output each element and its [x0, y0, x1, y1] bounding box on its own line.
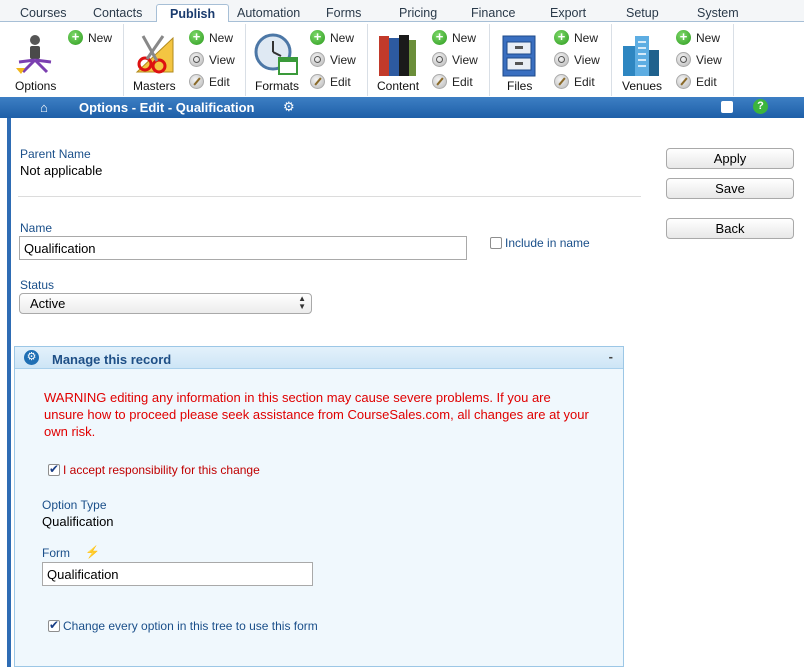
group-files: Files + New View Edit	[491, 24, 612, 96]
group-masters: Masters + New View Edit	[125, 24, 246, 96]
apply-button[interactable]: Apply	[666, 148, 794, 169]
options-label[interactable]: Options	[15, 79, 56, 93]
print-icon[interactable]	[721, 101, 733, 113]
name-input[interactable]	[19, 236, 467, 260]
status-select[interactable]: Active ▲ ▼	[19, 293, 312, 314]
left-accent-bar	[7, 118, 11, 667]
help-icon[interactable]: ?	[753, 99, 768, 114]
status-label: Status	[20, 278, 55, 292]
options-new-button[interactable]: + New	[68, 30, 112, 45]
magnifier-icon	[310, 52, 325, 67]
name-label: Name	[20, 221, 53, 235]
warning-message: WARNING editing any information in this …	[44, 390, 589, 439]
pencil-icon	[189, 74, 204, 89]
include-in-name-checkbox[interactable]: Include in name	[490, 236, 590, 250]
group-options: Options + New	[0, 24, 124, 96]
accept-responsibility-checkbox[interactable]: I accept responsibility for this change	[48, 462, 260, 477]
content-new-button[interactable]: + New	[432, 30, 476, 45]
formats-edit-button[interactable]: Edit	[310, 74, 351, 89]
tab-publish[interactable]: Publish	[156, 4, 230, 23]
tab-setup[interactable]: Setup	[626, 6, 659, 20]
plus-icon: +	[432, 30, 447, 45]
tab-courses[interactable]: Courses	[20, 6, 67, 20]
title-bar: ⌂ Options - Edit - Qualification ⚙ ?	[0, 97, 804, 118]
page-title: Options - Edit - Qualification	[79, 100, 255, 115]
filing-cabinet-icon[interactable]	[497, 32, 541, 81]
venues-label[interactable]: Venues	[622, 79, 662, 93]
option-type-label: Option Type	[42, 498, 107, 512]
manage-record-panel: ⚙ Manage this record - WARNING editing a…	[14, 346, 624, 667]
checkbox-checked[interactable]	[48, 462, 60, 476]
plus-icon: +	[310, 30, 325, 45]
masters-label[interactable]: Masters	[133, 79, 176, 93]
checkbox-checked[interactable]	[48, 618, 60, 632]
ribbon-toolbar: Options + New Masters + New View Edit Fo…	[0, 22, 804, 97]
lightning-icon[interactable]: ⚡	[85, 545, 100, 559]
content-edit-button[interactable]: Edit	[432, 74, 473, 89]
venues-edit-button[interactable]: Edit	[676, 74, 717, 89]
parent-name-label: Parent Name	[20, 147, 91, 161]
save-button[interactable]: Save	[666, 178, 794, 199]
files-label[interactable]: Files	[507, 79, 532, 93]
panel-title: Manage this record	[52, 352, 172, 367]
gear-icon[interactable]: ⚙	[283, 99, 295, 115]
files-new-button[interactable]: + New	[554, 30, 598, 45]
pencil-icon	[310, 74, 325, 89]
group-venues: Venues + New View Edit	[613, 24, 734, 96]
content-view-button[interactable]: View	[432, 52, 478, 67]
masters-new-button[interactable]: + New	[189, 30, 233, 45]
parent-name-value: Not applicable	[20, 163, 103, 178]
back-button[interactable]: Back	[666, 218, 794, 239]
formats-view-button[interactable]: View	[310, 52, 356, 67]
masters-view-button[interactable]: View	[189, 52, 235, 67]
magnifier-icon	[432, 52, 447, 67]
group-formats: Formats + New View Edit	[247, 24, 368, 96]
plus-icon: +	[68, 30, 83, 45]
formats-label[interactable]: Formats	[255, 79, 299, 93]
tab-export[interactable]: Export	[550, 6, 586, 20]
tab-contacts[interactable]: Contacts	[93, 6, 142, 20]
group-content: Content + New View Edit	[369, 24, 490, 96]
form-input[interactable]	[42, 562, 313, 586]
buildings-icon[interactable]	[619, 32, 663, 81]
tab-automation[interactable]: Automation	[237, 6, 300, 20]
top-nav: Courses Contacts Publish Automation Form…	[0, 0, 804, 23]
gear-icon: ⚙	[24, 350, 39, 365]
option-type-value: Qualification	[42, 514, 114, 529]
collapse-icon[interactable]: -	[609, 349, 613, 364]
scissors-ruler-icon[interactable]	[133, 32, 177, 79]
panel-header[interactable]: ⚙ Manage this record -	[15, 347, 623, 369]
tab-finance[interactable]: Finance	[471, 6, 515, 20]
pencil-icon	[432, 74, 447, 89]
tab-pricing[interactable]: Pricing	[399, 6, 437, 20]
pencil-icon	[554, 74, 569, 89]
change-tree-checkbox[interactable]: Change every option in this tree to use …	[48, 618, 318, 633]
plus-icon: +	[554, 30, 569, 45]
magnifier-icon	[676, 52, 691, 67]
plus-icon: +	[676, 30, 691, 45]
home-icon[interactable]: ⌂	[40, 100, 48, 115]
divider	[18, 196, 641, 197]
plus-icon: +	[189, 30, 204, 45]
venues-view-button[interactable]: View	[676, 52, 722, 67]
form-label: Form	[42, 546, 70, 560]
venues-new-button[interactable]: + New	[676, 30, 720, 45]
tab-forms[interactable]: Forms	[326, 6, 361, 20]
magnifier-icon	[554, 52, 569, 67]
content-label[interactable]: Content	[377, 79, 419, 93]
masters-edit-button[interactable]: Edit	[189, 74, 230, 89]
files-edit-button[interactable]: Edit	[554, 74, 595, 89]
files-view-button[interactable]: View	[554, 52, 600, 67]
pencil-icon	[676, 74, 691, 89]
formats-new-button[interactable]: + New	[310, 30, 354, 45]
clock-calendar-icon[interactable]	[253, 32, 299, 79]
tab-system[interactable]: System	[697, 6, 739, 20]
select-arrows-icon: ▲ ▼	[298, 294, 306, 311]
options-icon[interactable]	[13, 32, 57, 79]
books-icon[interactable]	[375, 32, 419, 81]
magnifier-icon	[189, 52, 204, 67]
checkbox-unchecked[interactable]	[490, 237, 502, 249]
